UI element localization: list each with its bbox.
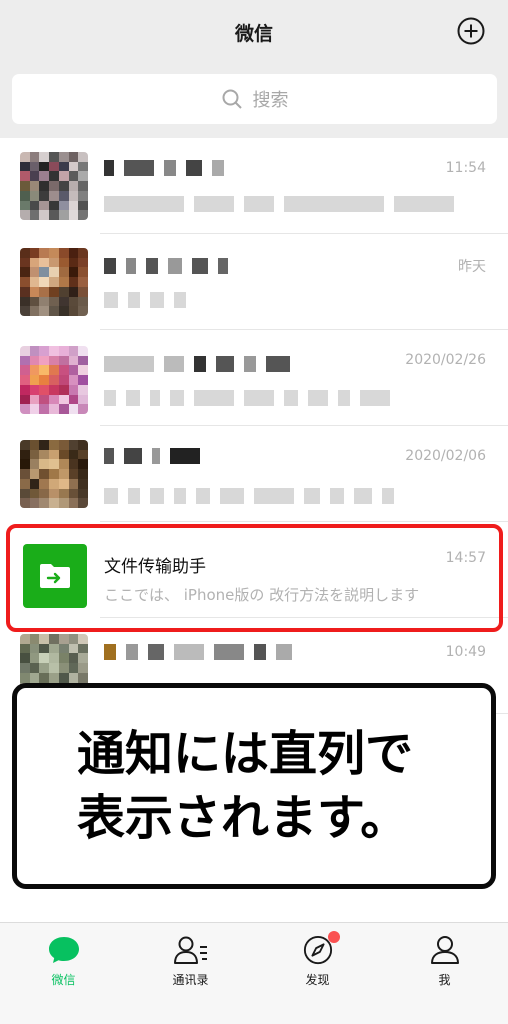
page-title: 微信 <box>234 22 273 45</box>
contacts-icon <box>173 936 207 964</box>
avatar <box>20 440 88 508</box>
chat-time: 昨天 <box>458 259 486 275</box>
blurred-preview <box>104 196 454 212</box>
tab-discover[interactable]: 发现 <box>254 923 381 1024</box>
tab-bar: 微信 通讯录 发现 我 <box>0 922 508 1024</box>
blurred-avatar <box>20 152 88 220</box>
blurred-name <box>104 258 228 274</box>
blurred-avatar <box>20 440 88 508</box>
blurred-name <box>104 644 292 660</box>
tab-me[interactable]: 我 <box>381 923 508 1024</box>
tab-label: 发现 <box>305 973 330 987</box>
blurred-name <box>104 356 290 372</box>
person-icon <box>430 936 459 964</box>
add-icon[interactable] <box>456 16 486 46</box>
highlight-frame <box>6 524 503 632</box>
tab-label: 我 <box>438 973 451 987</box>
chat-time: 11:54 <box>445 160 486 176</box>
callout-line-1: 通知には直列で <box>77 726 414 782</box>
blurred-preview <box>104 292 186 308</box>
chat-row[interactable]: 11:54 <box>0 138 508 234</box>
search-bar[interactable]: 搜索 <box>12 74 497 124</box>
chat-time: 2020/02/26 <box>405 352 486 368</box>
tab-contacts[interactable]: 通讯录 <box>127 923 254 1024</box>
blurred-preview <box>104 488 394 504</box>
blurred-name <box>104 448 200 464</box>
tab-label: 微信 <box>51 973 76 987</box>
chat-row[interactable]: 2020/02/26 <box>0 330 508 426</box>
chat-row[interactable]: 2020/02/06 <box>0 426 508 522</box>
avatar <box>20 346 88 414</box>
annotation-callout: 通知には直列で 表示されます。 <box>12 683 496 889</box>
tab-label: 通讯录 <box>172 973 209 987</box>
chat-row[interactable]: 昨天 <box>0 234 508 330</box>
tab-chats[interactable]: 微信 <box>0 923 127 1024</box>
chat-icon <box>48 937 79 963</box>
notification-badge <box>328 931 340 943</box>
top-bar: 微信 <box>0 0 508 64</box>
blurred-name <box>104 160 224 176</box>
blurred-avatar <box>20 346 88 414</box>
search-icon <box>222 89 242 109</box>
chat-time: 10:49 <box>445 644 486 660</box>
search-placeholder: 搜索 <box>252 90 289 111</box>
chat-time: 2020/02/06 <box>405 448 486 464</box>
callout-line-2: 表示されます。 <box>77 790 409 846</box>
blurred-preview <box>104 390 390 406</box>
blurred-avatar <box>20 248 88 316</box>
avatar <box>20 248 88 316</box>
avatar <box>20 152 88 220</box>
